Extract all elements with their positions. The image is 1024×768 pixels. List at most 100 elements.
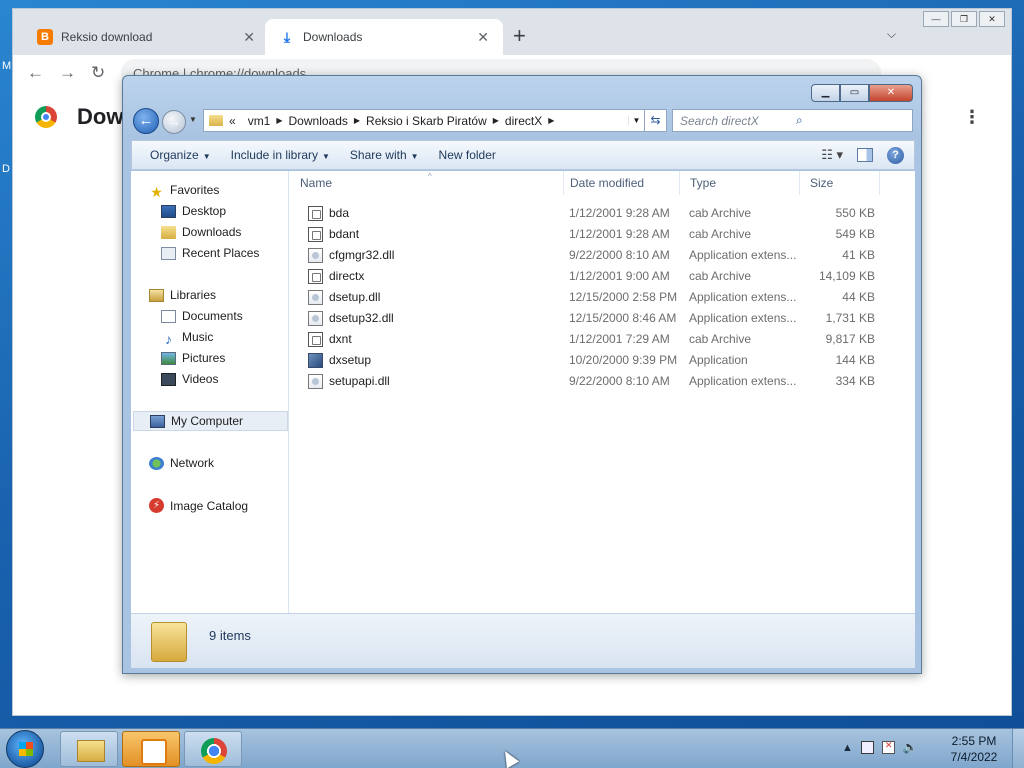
nav-label: My Computer — [171, 414, 244, 428]
show-hidden-icons-icon[interactable]: ▲ — [842, 742, 853, 754]
file-type: cab Archive — [689, 206, 752, 220]
folder-icon — [209, 115, 223, 126]
column-label: Name — [300, 176, 333, 190]
documents-icon — [161, 309, 176, 323]
nav-item-music[interactable]: ♪ Music — [161, 330, 213, 347]
organize-button[interactable]: Organize ▼ — [140, 148, 221, 162]
nav-label: Desktop — [182, 204, 227, 218]
breadcrumb-downloads[interactable]: Downloads — [283, 114, 354, 128]
music-note-icon: ♪ — [165, 330, 172, 347]
file-row[interactable]: dxnt 1/12/2001 7:29 AM cab Archive 9,817… — [290, 329, 915, 350]
file-row[interactable]: dsetup32.dll 12/15/2000 8:46 AM Applicat… — [290, 308, 915, 329]
include-in-library-button[interactable]: Include in library ▼ — [221, 148, 340, 162]
close-icon[interactable]: ✕ — [477, 29, 489, 46]
file-row[interactable]: bda 1/12/2001 9:28 AM cab Archive 550 KB — [290, 203, 915, 224]
new-folder-button[interactable]: New folder — [429, 148, 506, 162]
forward-arrow-icon[interactable]: → — [59, 63, 76, 83]
file-size: 334 KB — [835, 374, 875, 388]
back-arrow-icon[interactable]: ← — [27, 63, 44, 83]
volume-icon[interactable]: 🔈 — [903, 741, 918, 754]
nav-item-videos[interactable]: Videos — [161, 372, 218, 386]
refresh-button[interactable]: ⇆ — [645, 109, 667, 132]
file-date: 12/15/2000 2:58 PM — [569, 290, 678, 304]
dll-icon — [308, 311, 323, 326]
file-type: Application extens... — [689, 311, 797, 325]
taskbar-explorer-button[interactable] — [60, 731, 118, 767]
change-view-icon[interactable]: ☷ ▾ — [821, 147, 843, 163]
file-type: Application extens... — [689, 374, 797, 388]
file-row[interactable]: dsetup.dll 12/15/2000 2:58 PM Applicatio… — [290, 287, 915, 308]
address-dropdown-icon[interactable]: ▼ — [628, 116, 644, 125]
image-catalog-icon: ⚡ — [149, 498, 164, 513]
back-button[interactable]: ← — [133, 108, 159, 134]
search-input[interactable]: Search directX ⌕ — [672, 109, 913, 132]
column-header-type[interactable]: Type — [680, 171, 800, 195]
nav-item-favorites[interactable]: ★ Favorites — [149, 183, 219, 200]
maximize-button[interactable]: ❐ — [951, 11, 977, 27]
forward-button[interactable]: → — [162, 110, 186, 134]
nav-item-image-catalog[interactable]: ⚡ Image Catalog — [149, 498, 248, 513]
file-row[interactable]: bdant 1/12/2001 9:28 AM cab Archive 549 … — [290, 224, 915, 245]
column-header-size[interactable]: Size — [800, 171, 880, 195]
nav-label: Pictures — [182, 351, 226, 365]
start-button[interactable] — [6, 730, 44, 768]
action-center-flag-icon[interactable] — [881, 741, 895, 754]
search-icon[interactable]: ⌕ — [796, 113, 912, 128]
file-name: setupapi.dll — [329, 374, 390, 388]
help-icon[interactable]: ? — [887, 146, 904, 164]
minimize-button[interactable]: — — [923, 11, 949, 27]
reload-icon[interactable]: ↻ — [91, 63, 105, 83]
dropdown-arrow-icon: ▼ — [322, 152, 330, 161]
downloads-folder-icon — [161, 225, 176, 239]
taskbar-media-player-button[interactable] — [122, 731, 180, 767]
nav-item-network[interactable]: Network — [149, 456, 214, 470]
tab-search-chevron-icon[interactable]: ⌵ — [887, 27, 896, 42]
more-menu-icon[interactable]: ⋮ — [963, 107, 981, 128]
file-row[interactable]: setupapi.dll 9/22/2000 8:10 AM Applicati… — [290, 371, 915, 392]
show-desktop-button[interactable] — [1012, 729, 1024, 768]
file-row[interactable]: cfgmgr32.dll 9/22/2000 8:10 AM Applicati… — [290, 245, 915, 266]
new-tab-button[interactable]: + — [513, 25, 526, 47]
file-date: 10/20/2000 9:39 PM — [569, 353, 678, 367]
star-icon: ★ — [150, 183, 163, 200]
clock[interactable]: 2:55 PM 7/4/2022 — [944, 733, 1004, 765]
tab-title: Reksio download — [61, 30, 153, 44]
file-name-cell: dsetup32.dll — [308, 308, 394, 329]
address-bar[interactable]: « vm1 ▶ Downloads ▶ Reksio i Skarb Pirat… — [203, 109, 645, 132]
close-button[interactable]: ✕ — [979, 11, 1005, 27]
column-header-date-modified[interactable]: Date modified — [560, 171, 680, 195]
close-icon[interactable]: ✕ — [243, 29, 255, 46]
file-name-cell: setupapi.dll — [308, 371, 390, 392]
file-row[interactable]: dxsetup 10/20/2000 9:39 PM Application 1… — [290, 350, 915, 371]
taskbar-chrome-button[interactable] — [184, 731, 242, 767]
nav-item-documents[interactable]: Documents — [161, 309, 243, 323]
maximize-button[interactable]: ▭ — [840, 84, 869, 102]
minimize-button[interactable]: ▁ — [811, 84, 840, 102]
breadcrumb-vm1[interactable]: vm1 — [242, 114, 277, 128]
nav-item-downloads[interactable]: Downloads — [161, 225, 241, 239]
nav-item-pictures[interactable]: Pictures — [161, 351, 225, 365]
network-status-icon[interactable] — [860, 741, 874, 754]
nav-item-desktop[interactable]: Desktop — [161, 204, 226, 218]
explorer-window: ▁ ▭ ✕ ← → ▼ « vm1 ▶ Downloads ▶ Reksio i… — [122, 75, 922, 674]
desktop-icon — [161, 204, 176, 218]
dll-icon — [308, 374, 323, 389]
breadcrumb-overflow[interactable]: « — [223, 114, 242, 128]
nav-item-libraries[interactable]: Libraries — [149, 288, 216, 302]
file-row[interactable]: directx 1/12/2001 9:00 AM cab Archive 14… — [290, 266, 915, 287]
tab-downloads[interactable]: ⤓ Downloads ✕ — [265, 19, 503, 55]
column-header-name[interactable]: Name ^ — [290, 171, 564, 195]
nav-item-recent-places[interactable]: Recent Places — [161, 246, 259, 260]
pictures-icon — [161, 351, 176, 365]
nav-item-my-computer[interactable]: My Computer — [133, 411, 288, 431]
recent-pages-chevron-icon[interactable]: ▼ — [189, 115, 197, 124]
preview-pane-icon[interactable] — [857, 148, 873, 162]
file-name: dxsetup — [329, 353, 372, 367]
tab-reksio-download[interactable]: B Reksio download ✕ — [23, 19, 269, 55]
breadcrumb-directx[interactable]: directX — [499, 114, 548, 128]
cab-icon — [308, 227, 323, 242]
breadcrumb-chevron-icon[interactable]: ▶ — [548, 116, 554, 125]
breadcrumb-reksio[interactable]: Reksio i Skarb Piratów — [360, 114, 493, 128]
close-button[interactable]: ✕ — [869, 84, 913, 102]
share-with-button[interactable]: Share with ▼ — [340, 148, 429, 162]
